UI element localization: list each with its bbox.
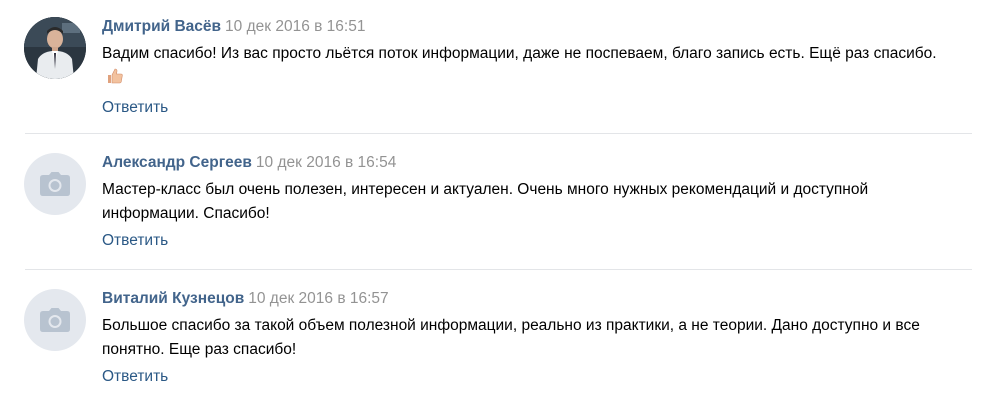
camera-icon [40, 172, 70, 196]
avatar[interactable] [24, 17, 86, 79]
comment-item: Дмитрий Васёв 10 дек 2016 в 16:51 Вадим с… [0, 0, 992, 133]
reply-button[interactable]: Ответить [102, 231, 168, 251]
user-photo-icon [24, 17, 86, 79]
avatar[interactable] [24, 289, 86, 351]
comment-header: Виталий Кузнецов 10 дек 2016 в 16:57 [102, 289, 972, 309]
comment-date[interactable]: 10 дек 2016 в 16:57 [248, 290, 388, 307]
reply-button[interactable]: Ответить [102, 367, 168, 387]
comment-content: Виталий Кузнецов 10 дек 2016 в 16:57 Боль… [102, 289, 972, 387]
reply-button[interactable]: Ответить [102, 98, 168, 118]
comment-content: Дмитрий Васёв 10 дек 2016 в 16:51 Вадим с… [102, 17, 972, 118]
avatar[interactable] [24, 153, 86, 215]
author-name[interactable]: Александр Сергеев [102, 154, 252, 171]
comments-list: Дмитрий Васёв 10 дек 2016 в 16:51 Вадим с… [0, 0, 992, 402]
comment-content: Александр Сергеев 10 дек 2016 в 16:54 Мас… [102, 153, 972, 251]
thumbs-up-icon [106, 67, 124, 93]
comment-text: Вадим спасибо! Из вас просто льётся пото… [102, 42, 952, 93]
comment-date[interactable]: 10 дек 2016 в 16:54 [256, 154, 396, 171]
comment-text: Мастер-класс был очень полезен, интересе… [102, 181, 869, 222]
comment-text: Большое спасибо за такой объем полезной … [102, 317, 920, 358]
author-name[interactable]: Дмитрий Васёв [102, 18, 221, 35]
author-name[interactable]: Виталий Кузнецов [102, 290, 244, 307]
comment-item: Виталий Кузнецов 10 дек 2016 в 16:57 Боль… [0, 270, 992, 402]
comment-text-body: Вадим спасибо! Из вас просто льётся пото… [102, 45, 937, 62]
comment-header: Дмитрий Васёв 10 дек 2016 в 16:51 [102, 17, 972, 37]
camera-icon [40, 308, 70, 332]
comment-header: Александр Сергеев 10 дек 2016 в 16:54 [102, 153, 972, 173]
comment-date[interactable]: 10 дек 2016 в 16:51 [225, 18, 365, 35]
comment-item: Александр Сергеев 10 дек 2016 в 16:54 Мас… [0, 134, 992, 269]
